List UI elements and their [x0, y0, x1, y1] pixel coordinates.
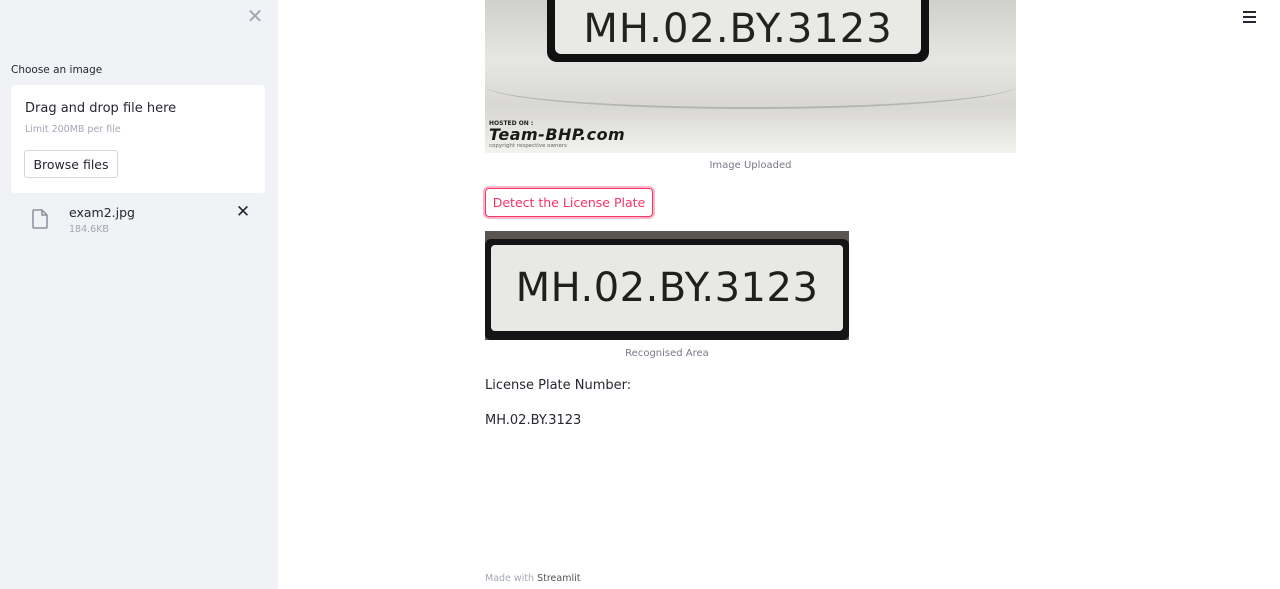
- result-label: License Plate Number:: [485, 378, 632, 393]
- uploaded-file-item: exam2.jpg 184.6KB ✕: [0, 200, 278, 244]
- uploader-label: Choose an image: [11, 64, 103, 76]
- dropzone-limit: Limit 200MB per file: [25, 124, 121, 135]
- car-body: [485, 62, 1016, 109]
- uploaded-image: MH.02.BY.3123 HOSTED ON : Team-BHP.com c…: [485, 0, 1016, 153]
- hamburger-icon[interactable]: [1243, 11, 1256, 23]
- file-icon: [32, 209, 48, 229]
- file-dropzone[interactable]: Drag and drop file here Limit 200MB per …: [11, 85, 265, 193]
- close-icon[interactable]: ✕: [245, 6, 265, 26]
- dropzone-title: Drag and drop file here: [25, 101, 177, 116]
- watermark: HOSTED ON : Team-BHP.com copyright respe…: [489, 120, 649, 153]
- uploaded-caption: Image Uploaded: [709, 160, 792, 171]
- browse-files-button[interactable]: Browse files: [24, 150, 118, 178]
- recognised-plate-frame: MH.02.BY.3123: [485, 239, 849, 340]
- recognised-caption: Recognised Area: [625, 348, 709, 359]
- remove-icon[interactable]: ✕: [234, 203, 252, 221]
- uploaded-plate-text: MH.02.BY.3123: [555, 0, 921, 54]
- result-value: MH.02.BY.3123: [485, 413, 582, 428]
- plate-frame: MH.02.BY.3123: [547, 0, 929, 62]
- footer: Made with Streamlit: [485, 573, 581, 584]
- sidebar: ✕ Choose an image Drag and drop file her…: [0, 0, 278, 589]
- footer-prefix: Made with: [485, 573, 535, 584]
- detect-license-plate-button[interactable]: Detect the License Plate: [485, 188, 653, 217]
- recognised-image: MH.02.BY.3123: [485, 231, 849, 340]
- streamlit-link[interactable]: Streamlit: [537, 573, 580, 584]
- watermark-logo: Team-BHP.com: [489, 125, 626, 144]
- file-size: 184.6KB: [69, 224, 109, 235]
- file-name: exam2.jpg: [69, 205, 135, 220]
- recognised-plate-text: MH.02.BY.3123: [491, 245, 843, 331]
